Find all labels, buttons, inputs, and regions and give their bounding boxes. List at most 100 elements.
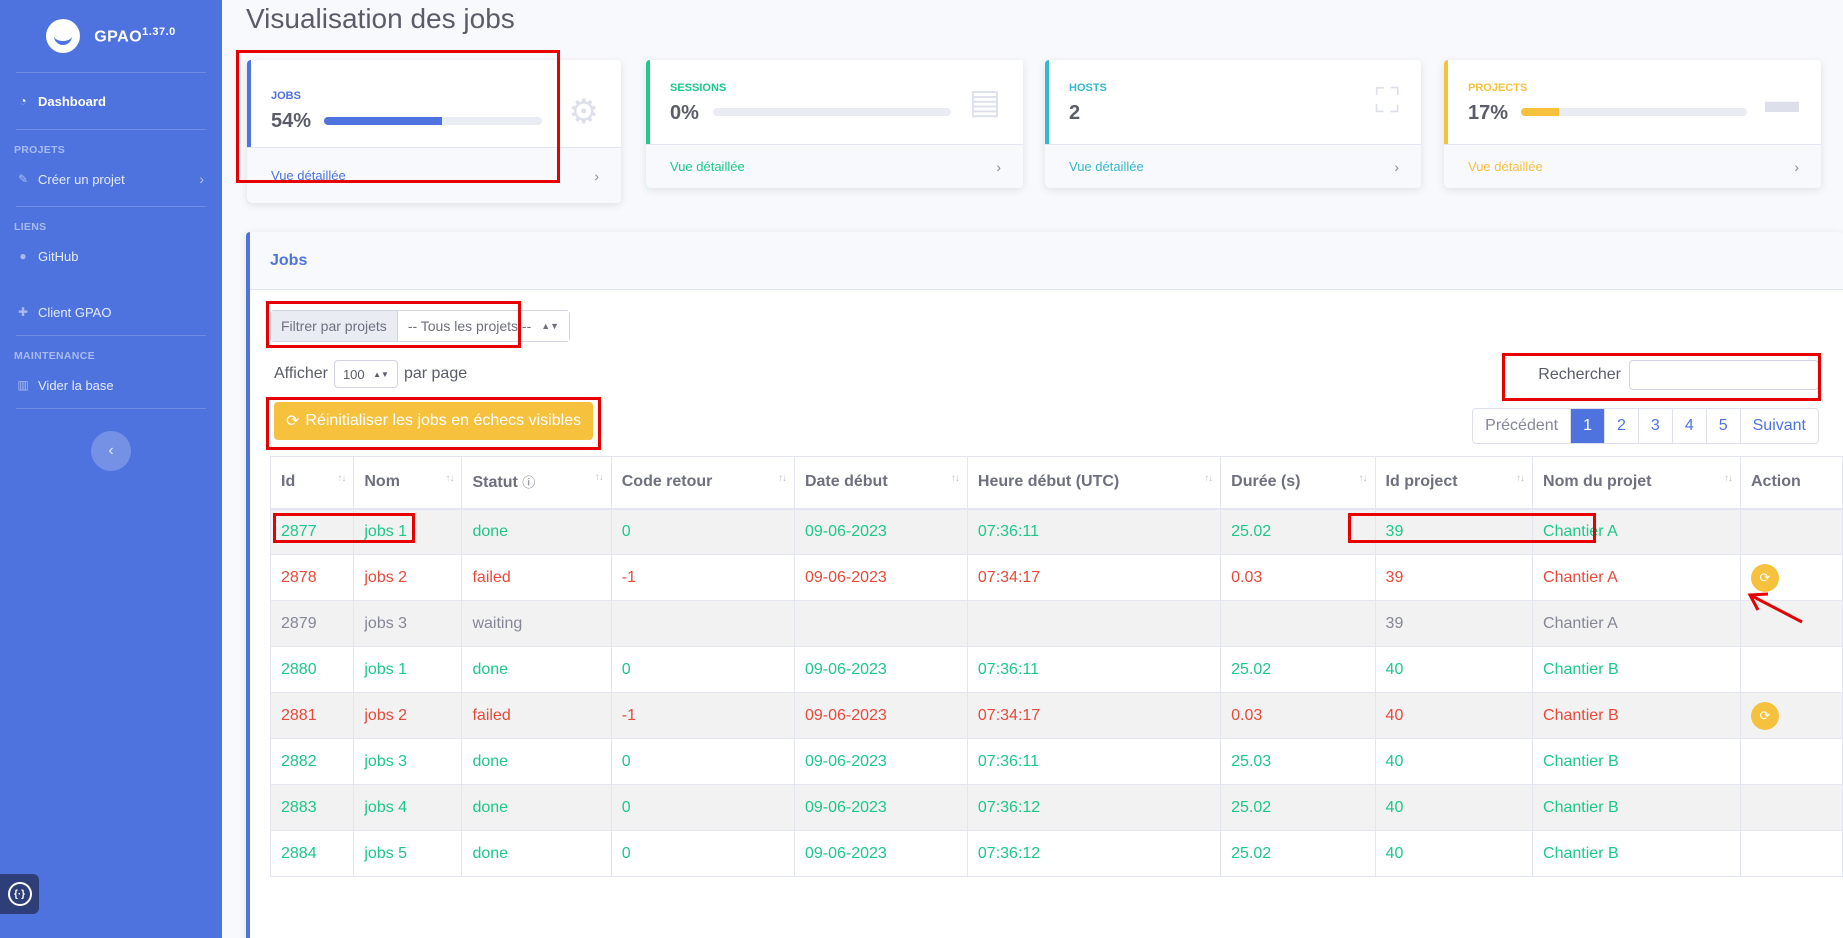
column-header-project-name[interactable]: Nom du projet ↑↓ — [1532, 456, 1741, 510]
retry-job-button[interactable]: ⟳ — [1750, 701, 1779, 730]
table-row: 2879 jobs 3 waiting 39 Chantier A — [269, 600, 1843, 647]
cell-duration: 25.03 — [1220, 738, 1376, 785]
page-length-value: 100 — [342, 366, 365, 382]
brand[interactable]: GPAO1.37.0 — [0, 0, 222, 72]
chevron-right-icon: › — [594, 167, 599, 184]
search-input[interactable] — [1629, 360, 1819, 390]
cell-project-id: 39 — [1374, 554, 1534, 601]
column-header-start-time[interactable]: Heure début (UTC) ↑↓ — [966, 456, 1222, 510]
column-header-return-code[interactable]: Code retour ↑↓ — [610, 456, 795, 510]
card-link-label: Vue détaillée — [670, 159, 745, 174]
cell-id: 2884 — [269, 830, 355, 877]
cell-status: done — [461, 738, 612, 785]
sidebar-item-create-project[interactable]: ✎ Créer un projet › — [0, 156, 222, 202]
card-value: 54% — [271, 110, 312, 132]
refresh-icon: ⟳ — [286, 413, 300, 430]
card-label: SESSIONS — [670, 82, 727, 94]
filter-label: Filtrer par projets — [271, 311, 398, 341]
pagination-next[interactable]: Suivant — [1739, 409, 1818, 443]
card-footer-link[interactable]: Vue détaillée › — [1444, 144, 1821, 188]
sidebar-item-label: Créer un projet — [38, 171, 125, 187]
puzzle-icon: ✚ — [17, 305, 29, 319]
jobs-table: Id ↑↓ Nom ↑↓ Statut ⓘ ↑↓ Code retour ↑↓ Date… — [269, 456, 1843, 877]
cell-project-id: 40 — [1374, 830, 1534, 877]
sidebar-item-client[interactable]: ✚ Client GPAO — [0, 289, 222, 335]
cell-start-date: 09-06-2023 — [793, 554, 968, 601]
cell-start-time: 07:36:11 — [966, 738, 1222, 785]
table-header-row: Id ↑↓ Nom ↑↓ Statut ⓘ ↑↓ Code retour ↑↓ Date… — [269, 456, 1843, 510]
sort-icon: ↑↓ — [950, 473, 960, 485]
cell-action — [1739, 738, 1843, 785]
card-footer-link[interactable]: Vue détaillée › — [247, 147, 621, 203]
column-header-duration[interactable]: Durée (s) ↑↓ — [1220, 456, 1376, 510]
wrench-icon: ✎ — [17, 172, 29, 186]
sidebar-item-github[interactable]: ● GitHub — [0, 233, 222, 279]
cell-return-code — [610, 600, 795, 647]
page-length-select[interactable]: 100 ▲▼ — [333, 360, 398, 388]
cell-start-date: 09-06-2023 — [793, 692, 968, 739]
card-link-label: Vue détaillée — [271, 168, 346, 183]
brand-name: GPAO — [94, 28, 143, 46]
chevron-right-icon: › — [1394, 158, 1399, 175]
column-header-status[interactable]: Statut ⓘ ↑↓ — [461, 456, 612, 510]
pagination: Précédent 1 2 3 4 5 Suivant — [1472, 408, 1819, 444]
cell-status: done — [461, 830, 612, 877]
card-value: 0% — [670, 102, 699, 124]
cell-project-id: 39 — [1374, 600, 1534, 647]
cell-start-date: 09-06-2023 — [793, 646, 968, 693]
page-length-control: Afficher 100 ▲▼ par page — [274, 360, 467, 388]
pagination-page[interactable]: 1 — [1570, 409, 1604, 443]
filter-value: -- Tous les projets -- — [407, 318, 532, 334]
cell-name: jobs 2 — [353, 554, 463, 601]
chevron-right-icon: › — [199, 171, 204, 187]
help-icon[interactable]: ⓘ — [522, 475, 535, 490]
cell-id: 2880 — [269, 646, 355, 693]
cell-return-code: -1 — [610, 692, 795, 739]
trash-icon: ▥ — [17, 378, 29, 392]
cell-project-id: 40 — [1374, 692, 1534, 739]
sidebar-item-dashboard[interactable]: ◔ Dashboard — [0, 73, 222, 129]
pagination-page[interactable]: 5 — [1705, 409, 1740, 443]
gears-icon: ⚙ — [568, 93, 599, 131]
cell-id: 2882 — [269, 738, 355, 785]
column-header-name[interactable]: Nom ↑↓ — [353, 456, 463, 510]
cell-id: 2878 — [269, 554, 355, 601]
table-row: 2881 jobs 2 failed -1 09-06-2023 07:34:17 0.03… — [269, 692, 1843, 739]
cell-duration: 25.02 — [1220, 508, 1376, 555]
cell-project-name: Chantier B — [1532, 830, 1741, 877]
sort-icon: ↑↓ — [1358, 473, 1368, 485]
panel-title: Jobs — [246, 232, 1843, 290]
pagination-previous[interactable]: Précédent — [1473, 409, 1570, 443]
table-row: 2884 jobs 5 done 0 09-06-2023 07:36:12 25.02 40… — [269, 830, 1843, 877]
sort-icon: ↑↓ — [1516, 473, 1525, 485]
chip-icon: ▤ — [968, 83, 1001, 121]
pagination-page[interactable]: 3 — [1637, 409, 1672, 443]
card-label: JOBS — [271, 90, 301, 102]
column-header-project-id[interactable]: Id project ↑↓ — [1374, 456, 1534, 510]
sitemap-icon: ⛶ — [1375, 82, 1399, 120]
card-footer-link[interactable]: Vue détaillée › — [1045, 144, 1421, 188]
cell-start-time: 07:34:17 — [966, 692, 1222, 739]
project-filter-select[interactable]: -- Tous les projets -- ▲▼ — [397, 311, 570, 341]
projects-card: PROJECTS 17% ▬ Vue détaillée › — [1444, 60, 1821, 188]
sort-icon: ↑↓ — [1723, 473, 1733, 485]
column-header-id[interactable]: Id ↑↓ — [269, 456, 355, 510]
table-row: 2883 jobs 4 done 0 09-06-2023 07:36:12 25.02 40… — [269, 784, 1843, 831]
sidebar-toggle-button[interactable]: ‹ — [91, 431, 131, 471]
reset-failed-jobs-button[interactable]: ⟳ Réinitialiser les jobs en échecs visib… — [274, 402, 594, 440]
corner-badge[interactable]: {·} — [0, 874, 39, 914]
projects-progress-bar — [1521, 108, 1747, 116]
sidebar-item-clear-db[interactable]: ▥ Vider la base — [0, 362, 222, 408]
cell-name: jobs 3 — [353, 738, 463, 785]
pagination-page[interactable]: 2 — [1604, 409, 1638, 443]
pagination-page[interactable]: 4 — [1671, 409, 1706, 443]
cell-name: jobs 3 — [353, 600, 463, 647]
column-header-start-date[interactable]: Date début ↑↓ — [793, 456, 968, 510]
code-icon: {·} — [7, 882, 32, 906]
cell-status: done — [461, 784, 612, 831]
card-footer-link[interactable]: Vue détaillée › — [646, 144, 1023, 188]
gauge-icon: ◔ — [19, 94, 27, 108]
cell-project-name: Chantier B — [1532, 646, 1741, 693]
per-page-label: par page — [403, 365, 468, 382]
cell-action — [1739, 646, 1843, 693]
